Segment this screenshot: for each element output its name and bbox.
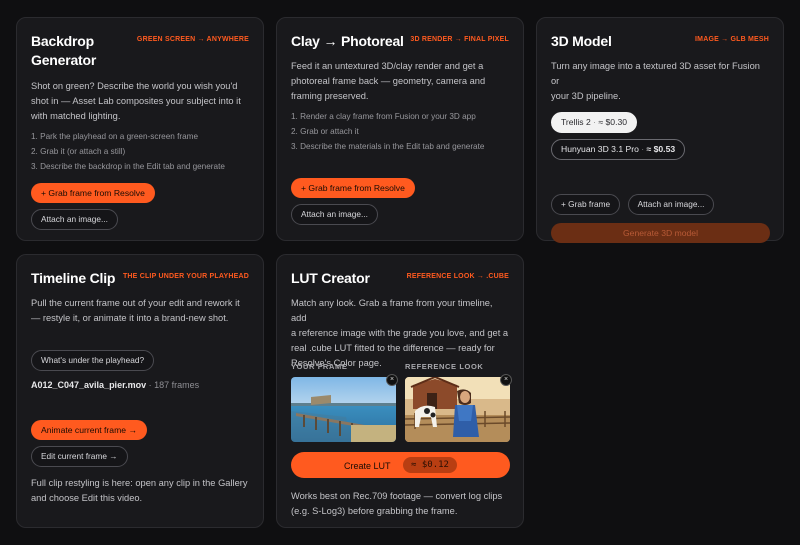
step-item: 2. Grab or attach it	[291, 127, 359, 137]
card-header: 3D Model IMAGE → GLB MESH	[551, 32, 769, 51]
step-item: 1. Park the playhead on a green-screen f…	[31, 132, 199, 141]
card-tag: THE CLIP UNDER YOUR PLAYHEAD	[122, 273, 249, 280]
model-option-hunyuan[interactable]: Hunyuan 3D 3.1 Pro · ≈ $0.53	[551, 139, 686, 160]
attach-image-button[interactable]: Attach an image...	[627, 194, 715, 215]
footer-line: Works best on Rec.709 footage — convert …	[291, 491, 503, 501]
create-lut-price: ≈ $0.12	[403, 456, 457, 473]
card-header: Clay → Photoreal 3D RENDER → FINAL PIXEL	[291, 32, 509, 51]
your-frame-label: YOUR FRAME	[291, 362, 348, 371]
generate-3d-model-button[interactable]: Generate 3D model	[551, 223, 770, 243]
reference-look-thumbnail[interactable]	[405, 377, 510, 442]
card-clay-photoreal: Clay → Photoreal 3D RENDER → FINAL PIXEL…	[276, 17, 524, 241]
card-tag: 3D RENDER → FINAL PIXEL	[410, 36, 509, 43]
card-tag: GREEN SCREEN → ANYWHERE	[136, 36, 249, 43]
create-lut-button[interactable]: Create LUT ≈ $0.12	[291, 452, 510, 478]
step-item: 1. Render a clay frame from Fusion or yo…	[291, 112, 476, 121]
card-tag: IMAGE → GLB MESH	[695, 36, 769, 43]
option-name: Trellis 2	[561, 117, 591, 127]
desc-line: with matched lighting.	[31, 111, 121, 121]
grab-frame-button[interactable]: + Grab frame from Resolve	[291, 177, 415, 198]
steps-list: 1. Render a clay frame from Fusion or yo…	[291, 109, 509, 155]
desc-line: framing preserved.	[291, 91, 369, 101]
pier-scene-image	[291, 377, 396, 442]
option-name: Hunyuan 3D 3.1 Pro	[561, 144, 639, 154]
desc-line: a reference image with the grade you lov…	[291, 328, 509, 338]
title-line: Generator	[31, 52, 97, 68]
card-lut-creator: LUT Creator REFERENCE LOOK → .CUBE Match…	[276, 254, 524, 528]
animate-current-frame-button[interactable]: Animate current frame →	[31, 420, 147, 440]
card-header: LUT Creator REFERENCE LOOK → .CUBE	[291, 269, 509, 288]
your-frame-thumbnail[interactable]	[291, 377, 396, 442]
reference-scene-image	[405, 377, 510, 442]
attach-image-button[interactable]: Attach an image...	[31, 208, 118, 230]
option-price: ≈ $0.53	[646, 144, 676, 154]
desc-line: Turn any image into a textured 3D asset …	[551, 61, 760, 86]
step-item: 2. Grab it (or attach a still)	[31, 147, 126, 157]
desc-line: shot in — Asset Lab composites your subj…	[31, 96, 241, 106]
card-description: Turn any image into a textured 3D asset …	[551, 59, 769, 104]
desc-line: Feed it an untextured 3D/clay render and…	[291, 61, 484, 71]
clip-info: A012_C047_avila_pier.mov · 187 frames	[31, 380, 249, 390]
desc-line: Shot on green? Describe the world you wi…	[31, 81, 238, 91]
card-timeline-clip: Timeline Clip THE CLIP UNDER YOUR PLAYHE…	[16, 254, 264, 528]
option-price: ≈ $0.30	[598, 117, 628, 127]
card-description: Feed it an untextured 3D/clay render and…	[291, 59, 509, 104]
desc-line: Pull the current frame out of your edit …	[31, 298, 240, 308]
desc-line: your 3D pipeline.	[551, 91, 621, 101]
card-description: Shot on green? Describe the world you wi…	[31, 79, 249, 124]
clip-frames: · 187 frames	[148, 380, 200, 390]
grab-frame-button[interactable]: + Grab frame	[551, 194, 621, 215]
desc-line: — restyle it, or animate it into a brand…	[31, 313, 229, 323]
model-option-trellis[interactable]: Trellis 2 · ≈ $0.30	[551, 112, 638, 133]
desc-line: real .cube LUT fitted to the difference …	[291, 343, 495, 353]
remove-reference-icon[interactable]: ×	[500, 374, 512, 386]
desc-line: Match any look. Grab a frame from your t…	[291, 298, 493, 323]
card-description: Pull the current frame out of your edit …	[31, 296, 249, 326]
attach-image-button[interactable]: Attach an image...	[291, 203, 378, 225]
create-lut-label: Create LUT	[344, 461, 391, 471]
step-item: 3. Describe the backdrop in the Edit tab…	[31, 162, 225, 172]
card-tag: REFERENCE LOOK → .CUBE	[406, 273, 509, 280]
remove-your-frame-icon[interactable]: ×	[386, 374, 398, 386]
card-header: Timeline Clip THE CLIP UNDER YOUR PLAYHE…	[31, 269, 249, 288]
desc-line: photoreal frame back — geometry, camera …	[291, 76, 486, 86]
card-footer: Full clip restyling is here: open any cl…	[31, 476, 249, 506]
grab-frame-button[interactable]: + Grab frame from Resolve	[31, 182, 155, 203]
card-description: Match any look. Grab a frame from your t…	[291, 296, 509, 371]
edit-current-frame-button[interactable]: Edit current frame →	[31, 446, 128, 467]
card-3d-model: 3D Model IMAGE → GLB MESH Turn any image…	[536, 17, 784, 243]
card-backdrop-generator: Backdrop Generator GREEN SCREEN → ANYWHE…	[16, 17, 264, 241]
step-item: 3. Describe the materials in the Edit ta…	[291, 142, 485, 152]
reference-look-label: REFERENCE LOOK	[405, 362, 484, 371]
footer-line: (e.g. S-Log3) before grabbing the frame.	[291, 506, 458, 516]
whats-under-playhead-button[interactable]: What's under the playhead?	[31, 350, 155, 371]
footer-line: Full clip restyling is here: open any cl…	[31, 478, 248, 488]
steps-list: 1. Park the playhead on a green-screen f…	[31, 129, 249, 175]
clip-name: A012_C047_avila_pier.mov	[31, 380, 147, 390]
card-footer: Works best on Rec.709 footage — convert …	[291, 489, 502, 519]
card-header: Backdrop Generator GREEN SCREEN → ANYWHE…	[31, 32, 249, 70]
footer-line: and choose Edit this video.	[31, 493, 143, 503]
